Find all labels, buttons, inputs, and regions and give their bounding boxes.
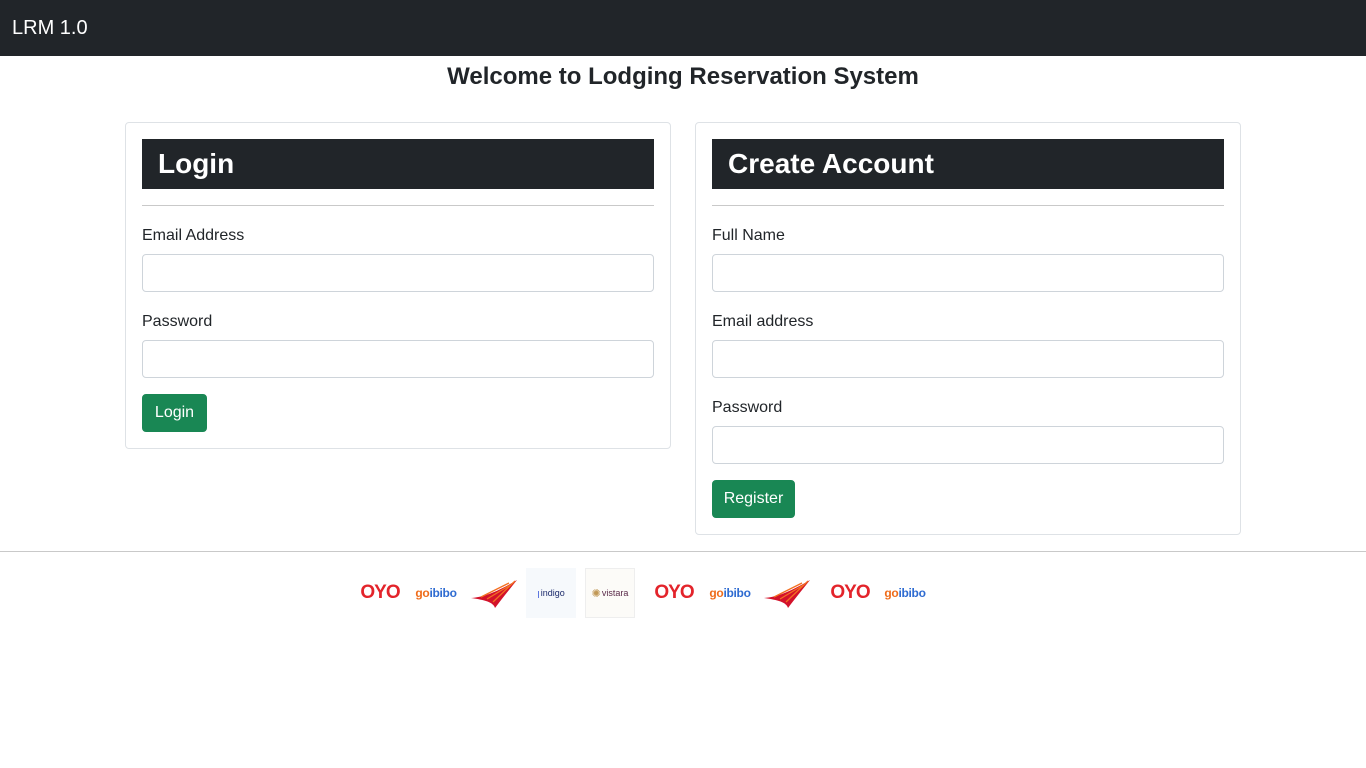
vistara-logo: ✺ vistara xyxy=(585,568,635,618)
register-card: Create Account Full Name Email address P… xyxy=(695,122,1241,535)
register-email-label: Email address xyxy=(712,313,814,330)
divider xyxy=(712,205,1224,206)
navbar: LRM 1.0 xyxy=(0,0,1366,56)
indigo-logo-text: indigo xyxy=(540,588,565,598)
vistara-logo-text: vistara xyxy=(601,588,629,598)
indigo-mark-icon: ꞁ xyxy=(537,587,540,598)
oyo-logo: OYO xyxy=(360,582,400,603)
register-password-field[interactable] xyxy=(712,426,1224,464)
goibibo-logo: go ibibo xyxy=(705,568,755,618)
register-name-label: Full Name xyxy=(712,227,785,244)
vistara-sun-icon: ✺ xyxy=(591,587,601,600)
login-card: Login Email Address Password Login xyxy=(125,122,671,449)
goibibo-logo-ibibo: ibibo xyxy=(898,586,926,600)
goibibo-logo-go: go xyxy=(415,586,430,600)
register-email-field[interactable] xyxy=(712,340,1224,378)
register-card-title: Create Account xyxy=(712,139,1224,189)
air-india-icon xyxy=(764,580,810,608)
indigo-logo: ꞁ indigo xyxy=(526,568,576,618)
login-password-field[interactable] xyxy=(142,340,654,378)
goibibo-logo-ibibo: ibibo xyxy=(429,586,457,600)
login-email-field[interactable] xyxy=(142,254,654,292)
oyo-logo: OYO xyxy=(654,582,694,603)
divider xyxy=(142,205,654,206)
footer-divider xyxy=(0,551,1366,552)
page-title: Welcome to Lodging Reservation System xyxy=(447,63,919,90)
register-button[interactable]: Register xyxy=(712,480,795,518)
register-name-field[interactable] xyxy=(712,254,1224,292)
air-india-logo xyxy=(760,568,814,618)
login-email-label: Email Address xyxy=(142,227,245,244)
goibibo-logo: go ibibo xyxy=(411,568,461,618)
air-india-icon xyxy=(471,580,517,608)
brand-link[interactable]: LRM 1.0 xyxy=(12,16,88,40)
goibibo-logo-ibibo: ibibo xyxy=(723,586,751,600)
goibibo-logo-go: go xyxy=(884,586,899,600)
partner-logos: OYO go ibibo ꞁ indigo ✺ vistara OYO go ibibo… xyxy=(350,568,1010,618)
oyo-logo: OYO xyxy=(830,582,870,603)
login-password-label: Password xyxy=(142,313,213,330)
air-india-logo xyxy=(467,568,521,618)
goibibo-logo: go ibibo xyxy=(880,568,930,618)
goibibo-logo-go: go xyxy=(709,586,724,600)
register-password-label: Password xyxy=(712,399,783,416)
login-button[interactable]: Login xyxy=(142,394,207,432)
login-card-title: Login xyxy=(142,139,654,189)
